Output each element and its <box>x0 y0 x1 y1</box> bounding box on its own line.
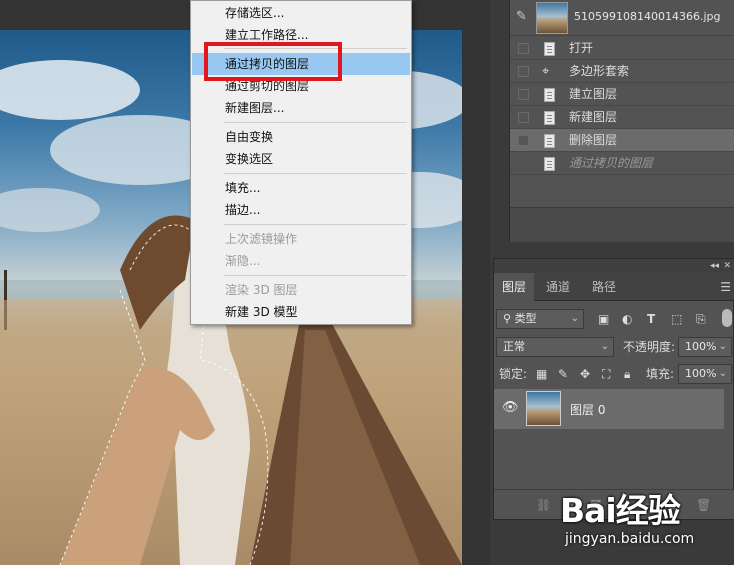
chevron-down-icon: ⌄ <box>718 341 727 352</box>
fx-icon[interactable]: fx <box>564 498 575 512</box>
lock-brush-icon[interactable]: ✎ <box>558 366 568 382</box>
photoshop-workspace: 存储选区... 建立工作路径... 通过拷贝的图层 通过剪切的图层 新建图层..… <box>0 0 734 565</box>
trash-icon[interactable]: 🗑︎ <box>696 498 711 512</box>
polygonal-lasso-icon: ⌖ <box>542 64 550 79</box>
filter-type-icon[interactable]: T <box>647 311 655 327</box>
selection-context-menu: 存储选区... 建立工作路径... 通过拷贝的图层 通过剪切的图层 新建图层..… <box>190 0 412 325</box>
history-snapshot[interactable]: ✎ 510599108140014366.jpg <box>510 0 734 36</box>
document-icon <box>544 42 555 56</box>
menu-item-new-3d-model[interactable]: 新建 3D 模型 <box>192 301 410 323</box>
layer-thumbnail <box>526 391 561 426</box>
tab-channels[interactable]: 通道 <box>538 273 578 301</box>
fill-label: 填充: <box>646 367 675 381</box>
watermark-url: jingyan.baidu.com <box>565 531 695 547</box>
history-step-label: 删除图层 <box>569 133 618 147</box>
lock-position-icon[interactable]: ✥ <box>580 366 590 382</box>
history-source-checkbox[interactable] <box>518 112 529 123</box>
menu-separator <box>224 48 407 49</box>
layer-filter-select[interactable]: ⚲ 类型 ⌄ <box>496 309 584 329</box>
filter-toggle[interactable] <box>722 309 732 327</box>
menu-separator <box>224 122 407 123</box>
menu-item-free-transform[interactable]: 自由变换 <box>192 126 410 148</box>
layer-name[interactable]: 图层 0 <box>570 401 605 418</box>
history-step-active[interactable]: 删除图层 <box>510 129 734 152</box>
new-layer-icon[interactable]: ⊞ <box>668 498 678 512</box>
history-panel: ✎ 510599108140014366.jpg 打开 ⌖ 多边形套索 建立图层… <box>509 0 734 242</box>
document-icon <box>544 88 555 102</box>
layers-footer: ⛓ fx ◙ ◑ ▭ ⊞ 🗑︎ <box>494 489 734 519</box>
document-icon <box>544 111 555 125</box>
menu-item-new-layer[interactable]: 新建图层... <box>192 97 410 119</box>
chevron-down-icon: ⌄ <box>718 368 727 379</box>
lock-artboard-icon[interactable]: ⛶ <box>602 366 610 382</box>
menu-item-last-filter: 上次滤镜操作 <box>225 232 298 246</box>
close-panel-icon[interactable]: ✕ <box>723 259 731 273</box>
menu-item-save-selection[interactable]: 存储选区... <box>192 2 410 24</box>
menu-item-layer-via-cut[interactable]: 通过剪切的图层 <box>192 75 410 97</box>
filter-smart-object-icon[interactable]: ⎘ <box>696 311 706 327</box>
search-icon: ⚲ <box>503 312 515 325</box>
menu-item-fade: 渐隐... <box>225 254 261 268</box>
menu-separator <box>224 173 407 174</box>
history-footer <box>510 207 734 242</box>
menu-separator <box>224 224 407 225</box>
history-step-future[interactable]: 通过拷贝的图层 <box>510 152 734 175</box>
filter-shape-icon[interactable]: ⬚ <box>671 311 682 327</box>
history-step[interactable]: 新建图层 <box>510 106 734 129</box>
document-icon <box>544 134 555 148</box>
menu-item-transform-selection[interactable]: 变换选区 <box>192 148 410 170</box>
snapshot-thumbnail <box>536 2 568 34</box>
history-step-label: 打开 <box>569 41 594 55</box>
opacity-input[interactable]: 100% ⌄ <box>678 337 732 357</box>
chevron-down-icon: ⌄ <box>570 313 579 324</box>
menu-item-layer-via-copy[interactable]: 通过拷贝的图层 <box>192 53 410 75</box>
filter-kind-value: 类型 <box>514 312 537 325</box>
opacity-value: 100% <box>685 340 717 353</box>
history-step[interactable]: ⌖ 多边形套索 <box>510 60 734 83</box>
blend-mode-value: 正常 <box>503 340 525 353</box>
adjustment-layer-icon[interactable]: ◑ <box>616 498 626 512</box>
panel-collapse-bar[interactable]: ◂◂ ✕ <box>494 259 734 273</box>
snapshot-name: 510599108140014366.jpg <box>574 10 721 23</box>
menu-item-stroke[interactable]: 描边... <box>192 199 410 221</box>
menu-item-fill[interactable]: 填充... <box>192 177 410 199</box>
history-step-label: 新建图层 <box>569 110 618 124</box>
layers-tab-bar: 图层 通道 路径 ☰ <box>494 273 734 301</box>
history-brush-icon[interactable]: ✎ <box>516 9 527 24</box>
history-step[interactable]: 打开 <box>510 37 734 60</box>
history-source-checkbox[interactable] <box>518 89 529 100</box>
fill-input[interactable]: 100% ⌄ <box>678 364 732 384</box>
chevron-down-icon: ⌄ <box>600 341 609 352</box>
blend-mode-select[interactable]: 正常 ⌄ <box>496 337 614 357</box>
menu-item-render-3d-layer: 渲染 3D 图层 <box>225 283 298 297</box>
tab-paths[interactable]: 路径 <box>584 273 624 301</box>
history-step-label: 多边形套索 <box>569 64 630 78</box>
lock-label: 锁定: <box>499 367 528 381</box>
menu-item-make-work-path[interactable]: 建立工作路径... <box>192 24 410 46</box>
lock-all-icon[interactable]: 🔒︎ <box>624 366 630 382</box>
eye-icon[interactable]: 👁︎ <box>502 400 519 415</box>
opacity-label: 不透明度: <box>623 340 676 354</box>
history-step-label: 建立图层 <box>569 87 618 101</box>
link-icon[interactable]: ⛓ <box>536 498 551 512</box>
history-step-label: 通过拷贝的图层 <box>569 156 654 170</box>
add-mask-icon[interactable]: ◙ <box>590 498 602 512</box>
fill-value: 100% <box>685 367 717 380</box>
menu-separator <box>224 275 407 276</box>
filter-adjustment-icon[interactable]: ◐ <box>622 311 632 327</box>
group-folder-icon[interactable]: ▭ <box>642 498 653 512</box>
filter-pixel-icon[interactable]: ▣ <box>598 311 609 327</box>
history-source-checkbox[interactable] <box>518 135 529 146</box>
panel-menu-icon[interactable]: ☰ <box>720 280 731 294</box>
tab-layers[interactable]: 图层 <box>494 273 535 301</box>
history-source-checkbox[interactable] <box>518 43 529 54</box>
lock-transparent-icon[interactable]: ▦ <box>536 366 547 382</box>
document-icon <box>544 157 555 171</box>
collapse-icon[interactable]: ◂◂ <box>710 259 719 273</box>
layer-row[interactable]: 👁︎ 图层 0 <box>494 389 724 429</box>
history-source-checkbox[interactable] <box>518 66 529 77</box>
history-step[interactable]: 建立图层 <box>510 83 734 106</box>
layers-panel: ◂◂ ✕ 图层 通道 路径 ☰ ⚲ 类型 ⌄ ▣ ◐ T ⬚ ⎘ 正常 ⌄ 不透… <box>493 258 734 520</box>
